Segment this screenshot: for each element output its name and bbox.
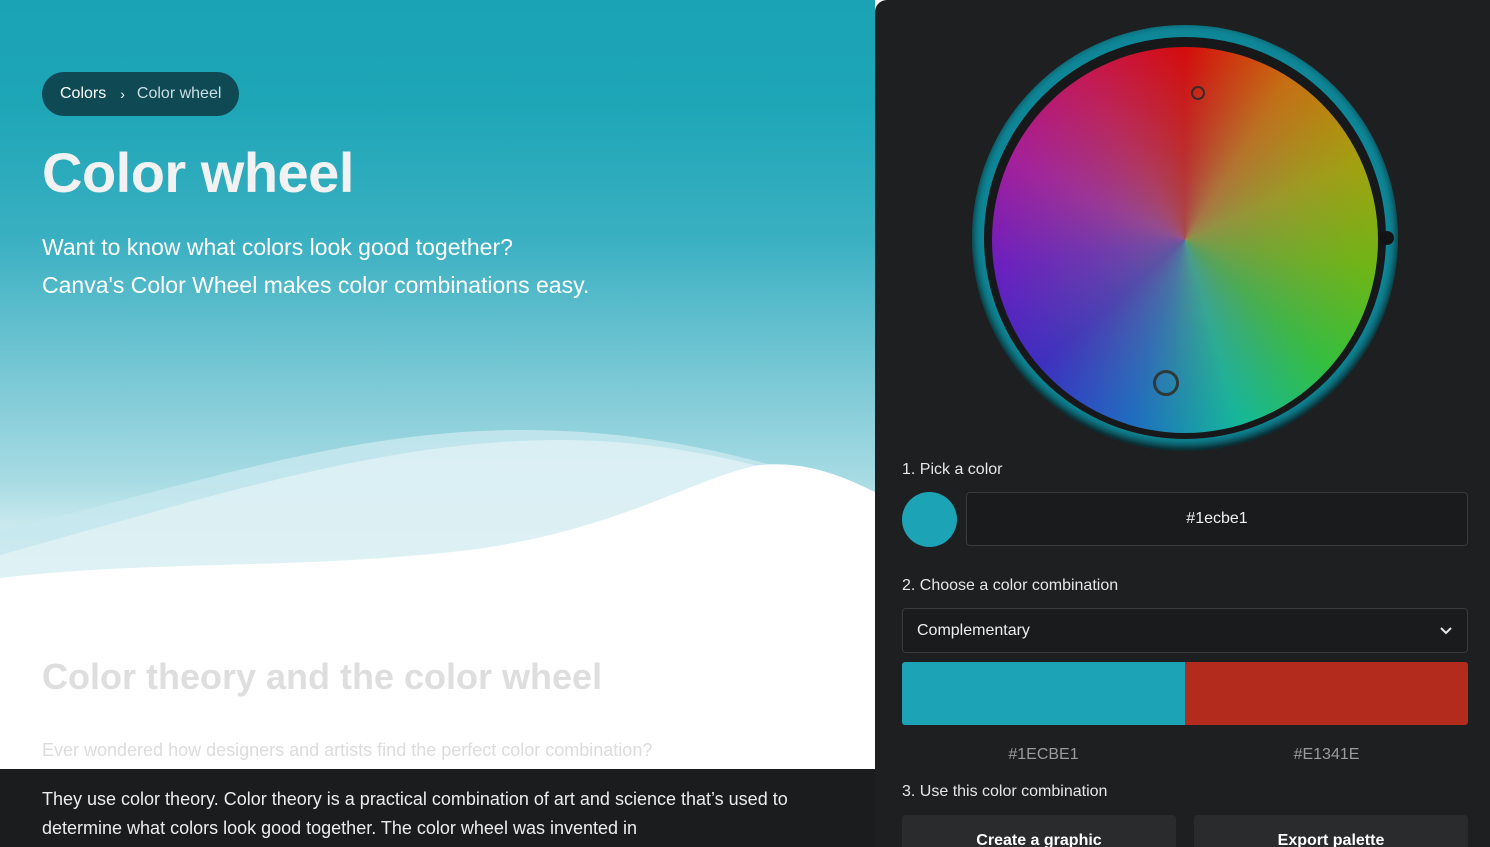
- step-pick-color-label: 1. Pick a color: [902, 461, 1003, 478]
- create-graphic-button[interactable]: Create a graphic: [902, 815, 1176, 847]
- chevron-down-icon: [1440, 626, 1452, 634]
- palette-hex-1: #1ECBE1: [1008, 746, 1079, 763]
- palette-preview: [902, 662, 1468, 725]
- section-intro: Ever wondered how designers and artists …: [42, 740, 653, 760]
- section-heading: Color theory and the color wheel: [42, 656, 603, 697]
- breadcrumb-current: Color wheel: [136, 85, 222, 102]
- combination-select[interactable]: Complementary: [902, 608, 1468, 653]
- hero-subtitle-line2: Canva's Color Wheel makes color combinat…: [42, 272, 590, 298]
- step-use-combination-label: 3. Use this color combination: [902, 783, 1108, 800]
- hero-subtitle-line1: Want to know what colors look good toget…: [42, 234, 513, 260]
- brightness-handle[interactable]: [1380, 231, 1394, 245]
- color-wheel[interactable]: [972, 25, 1398, 451]
- export-palette-button[interactable]: Export palette: [1194, 815, 1468, 847]
- palette-hex-2: #E1341E: [1293, 746, 1360, 763]
- hue-disc[interactable]: [992, 47, 1378, 433]
- hex-color-input[interactable]: [966, 492, 1468, 546]
- step-combination-label: 2. Choose a color combination: [902, 577, 1119, 594]
- article-body-text: They use color theory. Color theory is a…: [42, 789, 788, 838]
- hero-section: Colors › Color wheel Color wheel Want to…: [0, 0, 875, 600]
- color-wheel-panel: 1. Pick a color 2. Choose a color combin…: [875, 0, 1490, 847]
- selected-color-swatch[interactable]: [902, 492, 957, 547]
- complement-marker[interactable]: [1191, 86, 1205, 100]
- breadcrumb-link-colors[interactable]: Colors: [60, 85, 106, 103]
- palette-swatch-2[interactable]: [1185, 662, 1468, 725]
- palette-swatch-1[interactable]: [902, 662, 1185, 725]
- article-body-strip: They use color theory. Color theory is a…: [0, 769, 875, 847]
- hero-subtitle: Want to know what colors look good toget…: [42, 228, 802, 304]
- base-color-marker[interactable]: [1153, 370, 1179, 396]
- page-title: Color wheel: [42, 141, 354, 204]
- decorative-wave: [0, 430, 875, 600]
- chevron-right-icon: ›: [120, 86, 125, 102]
- combination-select-value: Complementary: [917, 621, 1030, 639]
- breadcrumb: Colors › Color wheel: [42, 72, 240, 116]
